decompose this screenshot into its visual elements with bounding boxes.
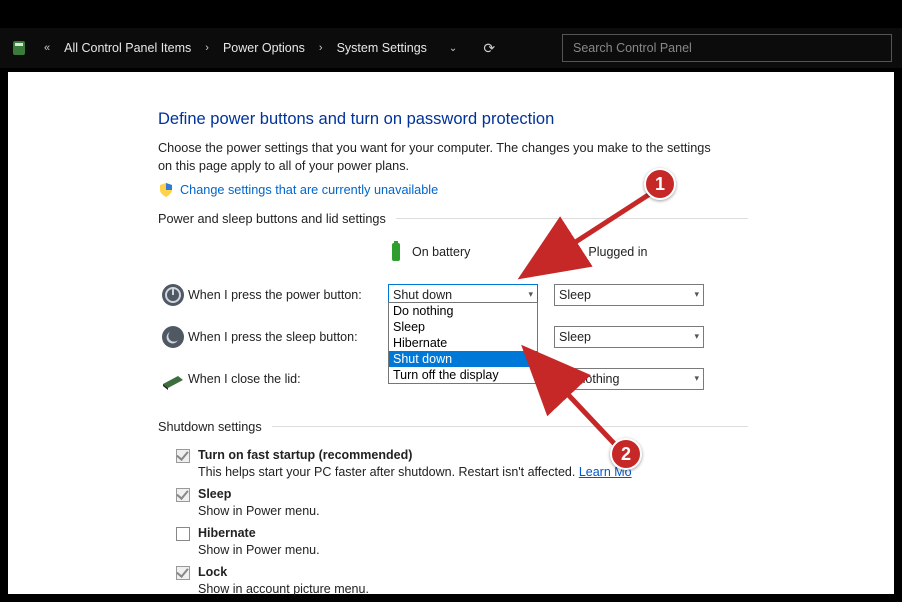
section-header-power: Power and sleep buttons and lid settings [158,212,748,226]
page-body: Define power buttons and turn on passwor… [8,72,894,594]
chk-hibernate: Hibernate [176,526,748,541]
dropdown-menu-open[interactable]: Do nothingSleepHibernateShut downTurn of… [388,302,538,384]
breadcrumb-item-allcp[interactable]: All Control Panel Items [64,41,191,55]
checkbox-hibernate[interactable] [176,527,190,541]
chk-fast-sub: This helps start your PC faster after sh… [198,465,748,479]
chk-lock-label: Lock [198,565,227,579]
chevron-right-icon: › [313,42,329,54]
breadcrumb-back-glyph[interactable]: « [38,42,56,54]
chevron-down-icon: ▾ [694,331,699,342]
chk-lock: Lock [176,565,748,580]
dropdown-value: Shut down [393,288,452,302]
breadcrumb-dropdown-icon[interactable]: ⌄ [449,43,457,54]
dropdown-option[interactable]: Do nothing [389,303,537,319]
chk-lock-sub: Show in account picture menu. [198,582,748,596]
col-plugged-label: Plugged in [588,245,647,259]
chevron-down-icon: ▾ [528,289,533,300]
uac-shield-icon [158,182,174,198]
row-power-label: When I press the power button: [188,288,388,302]
refresh-icon[interactable]: ⟳ [483,40,495,57]
battery-icon [388,240,404,264]
checkbox-fast-startup[interactable] [176,449,190,463]
row-lid-label: When I close the lid: [188,372,388,386]
plug-icon [550,245,580,259]
dropdown-sleep-plugged[interactable]: Sleep ▾ [554,326,704,348]
dropdown-value: Do nothing [559,372,619,386]
chk-hib-label: Hibernate [198,526,256,540]
breadcrumb-item-power[interactable]: Power Options [223,41,305,55]
chk-sleep-label: Sleep [198,487,231,501]
chk-hib-sub: Show in Power menu. [198,543,748,557]
dropdown-option[interactable]: Shut down [389,351,537,367]
page-description: Choose the power settings that you want … [158,139,718,176]
titlebar-spacer [0,0,902,28]
chk-fast-startup: Turn on fast startup (recommended) [176,448,748,463]
column-headers: On battery Plugged in [388,240,748,264]
annotation-callout-2: 2 [610,438,642,470]
dropdown-option[interactable]: Hibernate [389,335,537,351]
section-divider [396,218,748,219]
control-panel-icon [10,38,28,58]
dropdown-power-plugged[interactable]: Sleep ▾ [554,284,704,306]
chevron-right-icon: › [199,42,215,54]
dropdown-option[interactable]: Sleep [389,319,537,335]
power-button-icon [158,282,188,308]
section-label: Power and sleep buttons and lid settings [158,212,386,226]
section-header-shutdown: Shutdown settings [158,420,748,434]
dropdown-value: Sleep [559,330,591,344]
col-head-battery: On battery [388,240,470,264]
checkbox-lock[interactable] [176,566,190,580]
dropdown-value: Sleep [559,288,591,302]
chevron-down-icon: ▾ [694,289,699,300]
section-divider [272,426,748,427]
dropdown-lid-plugged[interactable]: Do nothing ▾ [554,368,704,390]
checkbox-sleep[interactable] [176,488,190,502]
chk-fast-label: Turn on fast startup (recommended) [198,448,412,462]
breadcrumb-item-system[interactable]: System Settings [337,41,427,55]
change-settings-link[interactable]: Change settings that are currently unava… [180,183,438,197]
page-title: Define power buttons and turn on passwor… [158,110,748,129]
sleep-button-icon [158,324,188,350]
dropdown-option[interactable]: Turn off the display [389,367,537,383]
window-root: « All Control Panel Items › Power Option… [0,0,902,602]
search-input[interactable] [562,34,892,62]
section-label: Shutdown settings [158,420,262,434]
address-bar: « All Control Panel Items › Power Option… [0,28,902,68]
lid-icon [158,366,188,392]
annotation-callout-1: 1 [644,168,676,200]
chk-fast-sub-text: This helps start your PC faster after sh… [198,465,579,479]
col-battery-label: On battery [412,245,470,259]
search-wrap [562,34,892,62]
shutdown-settings: Shutdown settings Turn on fast startup (… [158,420,748,596]
content-area: Define power buttons and turn on passwor… [8,72,748,596]
chk-sleep-sub: Show in Power menu. [198,504,748,518]
col-head-plugged: Plugged in [550,245,647,259]
chevron-down-icon: ▾ [694,373,699,384]
row-sleep-label: When I press the sleep button: [188,330,388,344]
chk-sleep: Sleep [176,487,748,502]
